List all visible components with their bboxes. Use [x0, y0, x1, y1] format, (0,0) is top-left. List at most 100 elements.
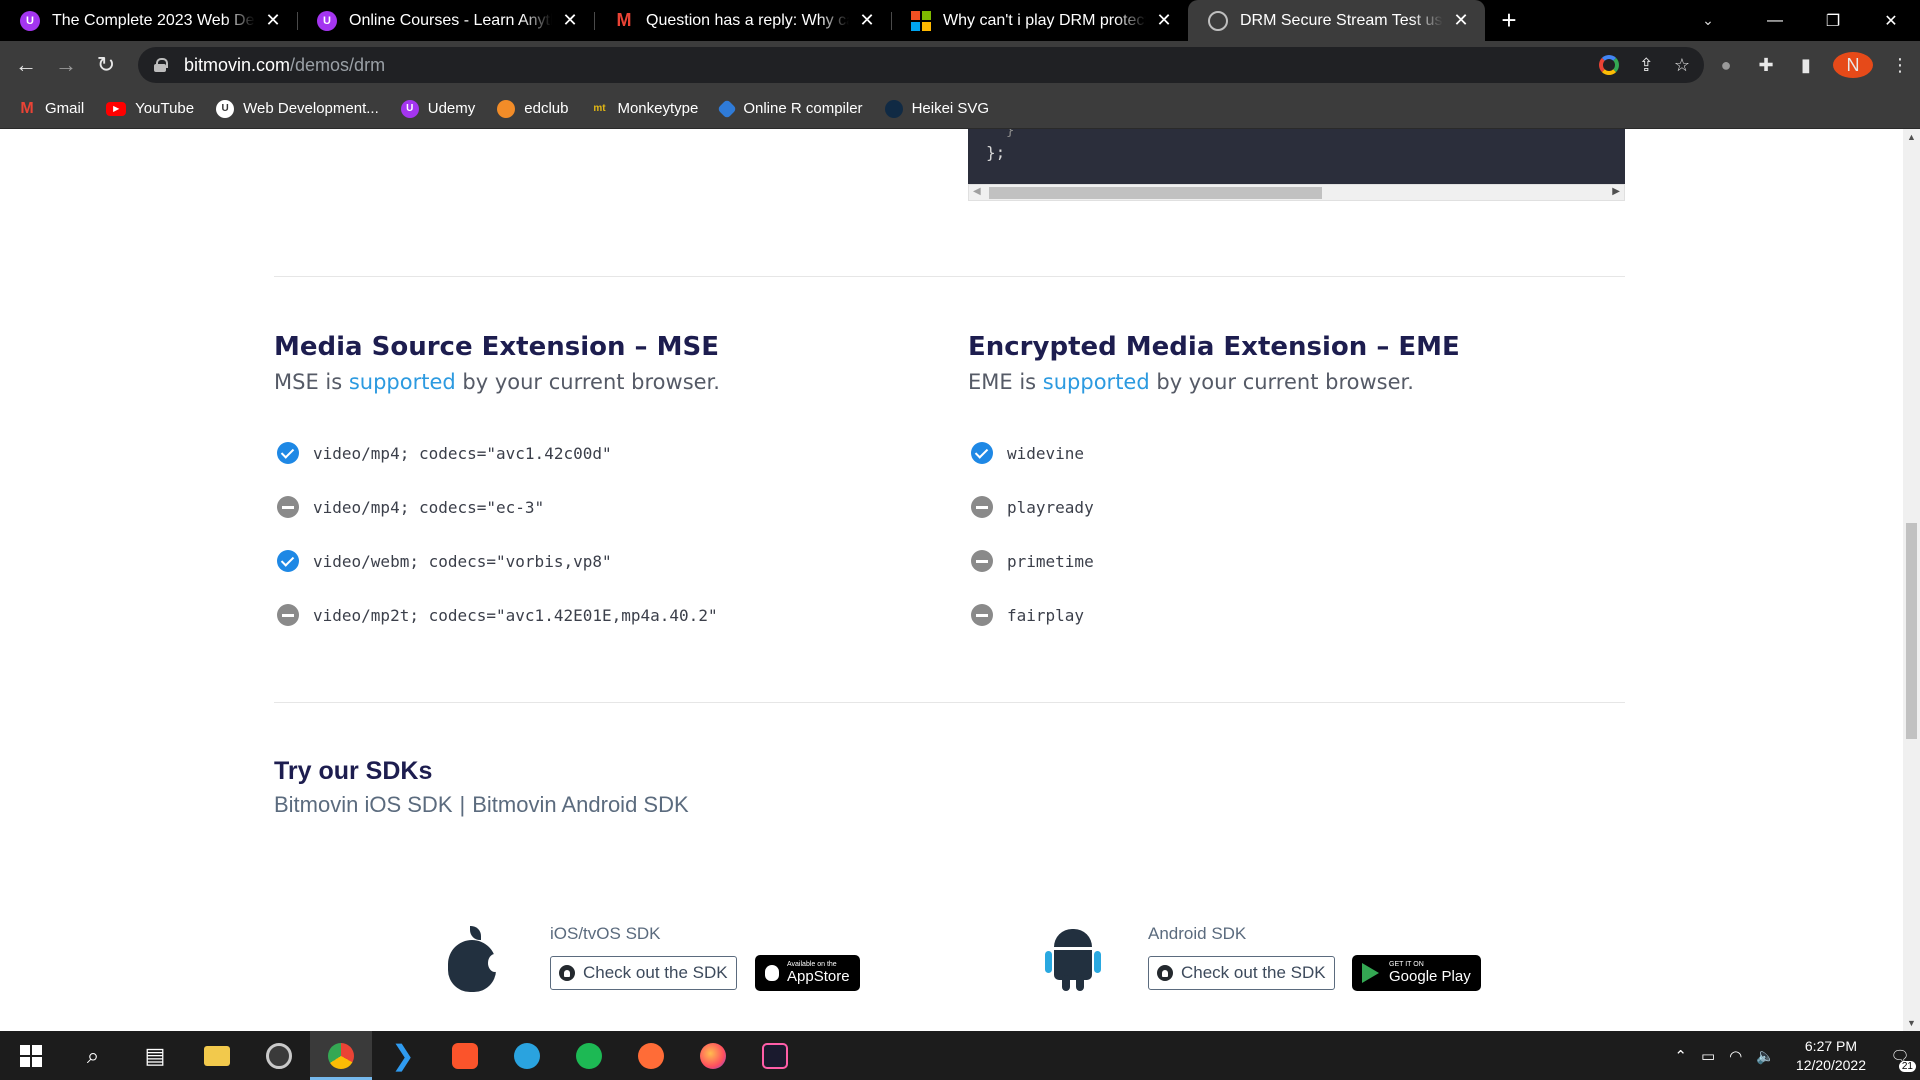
close-icon[interactable]: ✕: [263, 10, 283, 31]
scrollbar-thumb[interactable]: [989, 187, 1322, 199]
avatar[interactable]: N: [1833, 52, 1873, 78]
android-icon: [1045, 929, 1101, 991]
scroll-left-icon[interactable]: ◀: [973, 186, 981, 197]
bookmark-youtube[interactable]: ▶ YouTube: [106, 100, 194, 117]
github-icon: [1157, 965, 1173, 981]
bookmark-gmail[interactable]: M Gmail: [18, 100, 84, 118]
search-button[interactable]: ⌕: [62, 1031, 124, 1080]
list-item: video/mp4; codecs="avc1.42c00d": [277, 426, 718, 480]
minus-circle-icon: [277, 496, 299, 518]
file-explorer-button[interactable]: [186, 1031, 248, 1080]
bookmark-monkeytype[interactable]: mt Monkeytype: [590, 100, 698, 118]
star-icon[interactable]: ☆: [1674, 55, 1690, 76]
ios-sdk-link[interactable]: Bitmovin iOS SDK: [274, 792, 453, 818]
side-panel-icon[interactable]: ▮: [1786, 55, 1826, 76]
browser-tab[interactable]: Why can't i play DRM protected videos ✕: [891, 0, 1188, 41]
tab-search-icon[interactable]: ⌄: [1688, 0, 1728, 41]
googleplay-button[interactable]: GET IT ON Google Play: [1352, 955, 1481, 991]
puzzle-icon[interactable]: ✚: [1746, 55, 1786, 76]
chrome-button[interactable]: [310, 1031, 372, 1080]
android-sdk-link[interactable]: Bitmovin Android SDK: [472, 792, 688, 818]
vscode-button[interactable]: ❯: [372, 1031, 434, 1080]
monkeytype-icon: mt: [593, 103, 606, 114]
browser-tab[interactable]: M Question has a reply: Why can't i play…: [594, 0, 891, 41]
apple-icon: [765, 965, 779, 981]
minimize-icon[interactable]: —: [1746, 0, 1804, 41]
close-icon[interactable]: ✕: [1154, 10, 1174, 31]
mse-supported-link[interactable]: supported: [349, 370, 456, 394]
ios-github-button[interactable]: Check out the SDK: [550, 956, 737, 990]
heikei-icon: [884, 99, 903, 118]
bookmark-edclub[interactable]: edclub: [497, 99, 568, 118]
browser-tab[interactable]: U Online Courses - Learn Anything, On Yo…: [297, 0, 594, 41]
brave-button[interactable]: [434, 1031, 496, 1080]
battery-icon[interactable]: ▭: [1694, 1047, 1722, 1065]
check-circle-icon: [277, 442, 299, 464]
firefox-button[interactable]: [682, 1031, 744, 1080]
edclub-icon: [497, 99, 516, 118]
extension-icon[interactable]: ●: [1706, 55, 1746, 76]
list-item: video/mp2t; codecs="avc1.42E01E,mp4a.40.…: [277, 588, 718, 642]
volume-icon[interactable]: 🔈: [1749, 1047, 1782, 1065]
back-icon[interactable]: ←: [6, 45, 46, 85]
android-github-button[interactable]: Check out the SDK: [1148, 956, 1335, 990]
google-icon[interactable]: [1598, 55, 1619, 75]
reload-icon[interactable]: ↻: [86, 45, 126, 85]
bookmark-heikei-svg[interactable]: Heikei SVG: [884, 99, 989, 118]
microsoft-icon: [911, 10, 931, 31]
menu-icon[interactable]: ⋮: [1880, 55, 1920, 76]
close-window-icon[interactable]: ✕: [1862, 0, 1920, 41]
scrollbar-thumb[interactable]: [1906, 523, 1917, 739]
obs-button[interactable]: [248, 1031, 310, 1080]
scroll-right-icon[interactable]: ▶: [1612, 186, 1620, 197]
bookmark-udemy[interactable]: U Udemy: [400, 99, 475, 118]
clock[interactable]: 6:27 PM 12/20/2022: [1782, 1037, 1880, 1075]
search-icon: ⌕: [86, 1042, 100, 1068]
wifi-icon[interactable]: ◠: [1722, 1047, 1749, 1065]
telegram-button[interactable]: [496, 1031, 558, 1080]
eme-title: Encrypted Media Extension – EME: [968, 332, 1460, 362]
close-icon[interactable]: ✕: [560, 10, 580, 31]
postman-button[interactable]: [620, 1031, 682, 1080]
page-vertical-scrollbar[interactable]: ▲ ▼: [1903, 129, 1920, 1031]
browser-tab-active[interactable]: DRM Secure Stream Test using HTML5 ✕: [1188, 0, 1485, 41]
browser-tab[interactable]: U The Complete 2023 Web Development Boot…: [0, 0, 297, 41]
tab-title: The Complete 2023 Web Development Bootca…: [52, 11, 255, 29]
bookmark-online-r-compiler[interactable]: Online R compiler: [717, 98, 863, 119]
apple-icon: [448, 926, 502, 992]
start-button[interactable]: [0, 1031, 62, 1080]
close-icon[interactable]: ✕: [857, 10, 877, 31]
lock-icon[interactable]: [154, 58, 168, 72]
address-bar[interactable]: bitmovin.com/demos/drm ⇪ ☆: [138, 47, 1704, 83]
close-icon[interactable]: ✕: [1451, 10, 1471, 31]
bookmark-web-development[interactable]: U Web Development...: [216, 99, 379, 118]
list-item: video/webm; codecs="vorbis,vp8": [277, 534, 718, 588]
brave-icon: [452, 1042, 478, 1069]
task-view-button[interactable]: ▤: [124, 1031, 186, 1080]
telegram-icon: [514, 1042, 540, 1069]
code-faint-line: }: [1006, 129, 1015, 139]
new-tab-button[interactable]: +: [1489, 0, 1529, 41]
vscode-icon: ❯: [391, 1040, 415, 1071]
tab-title: Why can't i play DRM protected videos: [943, 11, 1146, 29]
windows-icon: [20, 1044, 42, 1067]
code-horizontal-scrollbar[interactable]: ◀ ▶: [968, 184, 1625, 201]
page-viewport: } }; ◀ ▶ Media Source Extension – MSE MS…: [0, 129, 1903, 1031]
scroll-down-icon[interactable]: ▼: [1907, 1018, 1916, 1028]
restore-icon[interactable]: ❐: [1804, 0, 1862, 41]
spotify-button[interactable]: [558, 1031, 620, 1080]
tab-title: DRM Secure Stream Test using HTML5: [1240, 11, 1443, 29]
chrome-icon: [328, 1042, 354, 1069]
scroll-up-icon[interactable]: ▲: [1907, 132, 1916, 142]
appstore-button[interactable]: Available on the AppStore: [755, 955, 860, 991]
eme-drm-list: widevine playready primetime fairplay: [971, 426, 1094, 642]
notification-button[interactable]: 🗨 21: [1880, 1031, 1920, 1080]
terminal-button[interactable]: [744, 1031, 806, 1080]
share-icon[interactable]: ⇪: [1639, 55, 1654, 76]
link-separator: |: [459, 792, 466, 817]
eme-supported-link[interactable]: supported: [1043, 370, 1150, 394]
firefox-icon: [700, 1042, 726, 1069]
forward-icon[interactable]: →: [46, 45, 86, 85]
chevron-up-icon[interactable]: ⌃: [1667, 1047, 1694, 1065]
list-item: widevine: [971, 426, 1094, 480]
